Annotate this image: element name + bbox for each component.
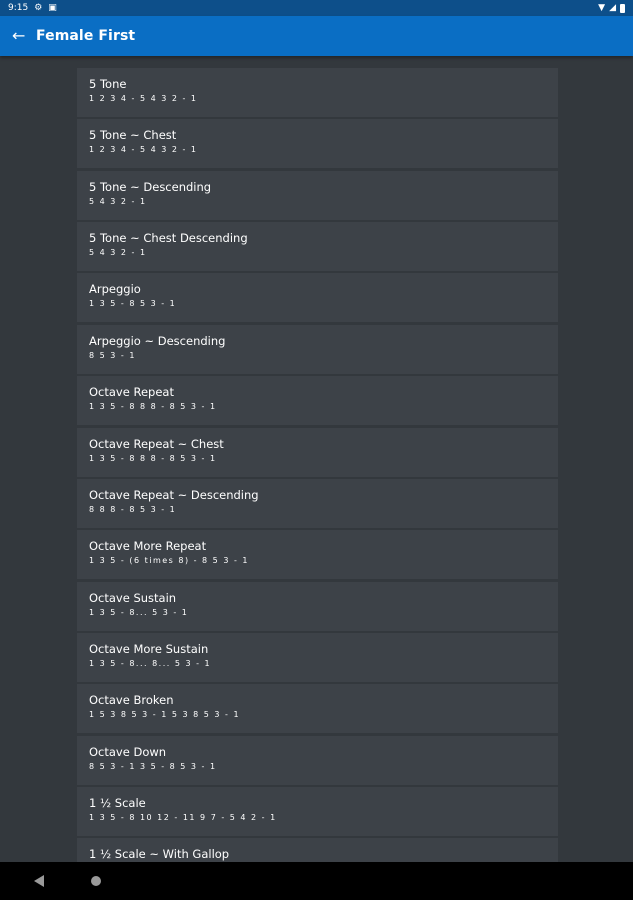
list-item-pattern: 8 5 3 - 1	[89, 350, 136, 360]
list-item-title: Octave Down	[89, 744, 167, 759]
list-item-pattern: 1 5 3 8 5 3 - 1 5 3 8 5 3 - 1	[89, 710, 241, 720]
notification-icon: ▣	[48, 3, 57, 13]
list-item-title: 5 Tone ~ Chest Descending	[89, 231, 248, 246]
list-item[interactable]: Octave Sustain 1 3 5 - 8... 5 3 - 1	[77, 581, 558, 631]
list-item-pattern: 1 3 5 - 8 8 8 - 8 5 3 - 1	[89, 402, 217, 412]
list-item-pattern: 1 3 5 - 8... 8... 5 3 - 1	[89, 658, 212, 668]
list-item[interactable]: 5 Tone 1 2 3 4 - 5 4 3 2 - 1	[77, 68, 558, 117]
list-item[interactable]: Octave Broken 1 5 3 8 5 3 - 1 5 3 8 5 3 …	[77, 684, 558, 734]
content-area[interactable]: 5 Tone 1 2 3 4 - 5 4 3 2 - 1 5 Tone ~ Ch…	[0, 58, 633, 862]
list-item-title: Octave More Repeat	[89, 539, 207, 554]
list-item-pattern: 1 3 5 - 8 10 12 - 11 9 7 - 5 4 2 - 1	[89, 813, 277, 823]
list-item[interactable]: 1 ½ Scale 1 3 5 - 8 10 12 - 11 9 7 - 5 4…	[77, 787, 558, 837]
gear-icon: ⚙	[34, 3, 43, 13]
list-item-title: Arpeggio	[89, 282, 141, 297]
list-item-pattern: 1 3 5 - (6 times 8) - 8 5 3 - 1	[89, 556, 249, 566]
list-item-title: 5 Tone	[89, 77, 127, 91]
nav-back-icon[interactable]	[34, 875, 44, 887]
list-item-pattern: 1 3 5 - 8... 5 3 - 1	[89, 607, 189, 617]
list-item-title: 5 Tone ~ Chest	[89, 128, 177, 143]
list-item-title: Octave Sustain	[89, 590, 177, 605]
list-item-title: Arpeggio ~ Descending	[89, 333, 226, 348]
list-item-title: Octave Repeat ~ Descending	[89, 487, 259, 502]
list-item-pattern: 1 3 5 - 8 5 3 - 1	[89, 299, 177, 309]
list-item-pattern: 8 5 3 - 1 3 5 - 8 5 3 - 1	[89, 761, 217, 771]
status-time: 9:15	[8, 3, 29, 13]
status-left: 9:15 ⚙ ▣	[8, 3, 57, 13]
list-item-title: 1 ½ Scale ~ With Gallop	[89, 847, 230, 862]
status-right: ▼ ◢	[598, 3, 625, 13]
list-item[interactable]: 5 Tone ~ Descending 5 4 3 2 - 1	[77, 170, 558, 220]
status-bar: 9:15 ⚙ ▣ ▼ ◢	[0, 0, 633, 16]
list-item[interactable]: Octave Repeat ~ Chest 1 3 5 - 8 8 8 - 8 …	[77, 427, 558, 477]
list-item[interactable]: 5 Tone ~ Chest 1 2 3 4 - 5 4 3 2 - 1	[77, 119, 558, 169]
list-item-pattern: 1 2 3 4 - 5 4 3 2 - 1	[89, 145, 198, 155]
list-item[interactable]: 5 Tone ~ Chest Descending 5 4 3 2 - 1	[77, 222, 558, 272]
list-item-title: Octave Repeat ~ Chest	[89, 436, 224, 451]
list-item-title: 5 Tone ~ Descending	[89, 179, 212, 194]
battery-icon	[620, 3, 625, 13]
wifi-icon: ▼	[598, 3, 606, 13]
list-item-pattern: 1 3 5 - 8 8 8 - 8 5 3 - 1	[89, 453, 217, 463]
list-item[interactable]: Octave Repeat ~ Descending 8 8 8 - 8 5 3…	[77, 478, 558, 528]
list-item-pattern: 5 4 3 2 - 1	[89, 196, 147, 206]
list-item[interactable]: Arpeggio ~ Descending 8 5 3 - 1	[77, 324, 558, 374]
list-item-title: Octave More Sustain	[89, 641, 209, 656]
list-item[interactable]: Octave More Sustain 1 3 5 - 8... 8... 5 …	[77, 632, 558, 682]
list-item[interactable]: Octave Down 8 5 3 - 1 3 5 - 8 5 3 - 1	[77, 735, 558, 785]
list-item[interactable]: 1 ½ Scale ~ With Gallop	[77, 838, 558, 862]
list-item-pattern: 5 4 3 2 - 1	[89, 248, 147, 258]
nav-home-icon[interactable]	[91, 876, 101, 886]
page-title: Female First	[36, 28, 136, 44]
list-item-pattern: 1 2 3 4 - 5 4 3 2 - 1	[89, 94, 198, 103]
app-bar: ← Female First	[0, 16, 633, 56]
list-item[interactable]: Octave More Repeat 1 3 5 - (6 times 8) -…	[77, 530, 558, 580]
list-item-title: 1 ½ Scale	[89, 796, 146, 811]
list-item-title: Octave Repeat	[89, 385, 174, 400]
list-item[interactable]: Octave Repeat 1 3 5 - 8 8 8 - 8 5 3 - 1	[77, 376, 558, 426]
signal-icon: ◢	[609, 3, 616, 13]
navigation-bar	[0, 862, 633, 900]
list-item-pattern: 8 8 8 - 8 5 3 - 1	[89, 504, 177, 514]
exercise-list: 5 Tone 1 2 3 4 - 5 4 3 2 - 1 5 Tone ~ Ch…	[77, 68, 558, 862]
list-item[interactable]: Arpeggio 1 3 5 - 8 5 3 - 1	[77, 273, 558, 323]
list-item-title: Octave Broken	[89, 693, 174, 708]
arrow-left-icon[interactable]: ←	[12, 28, 30, 44]
